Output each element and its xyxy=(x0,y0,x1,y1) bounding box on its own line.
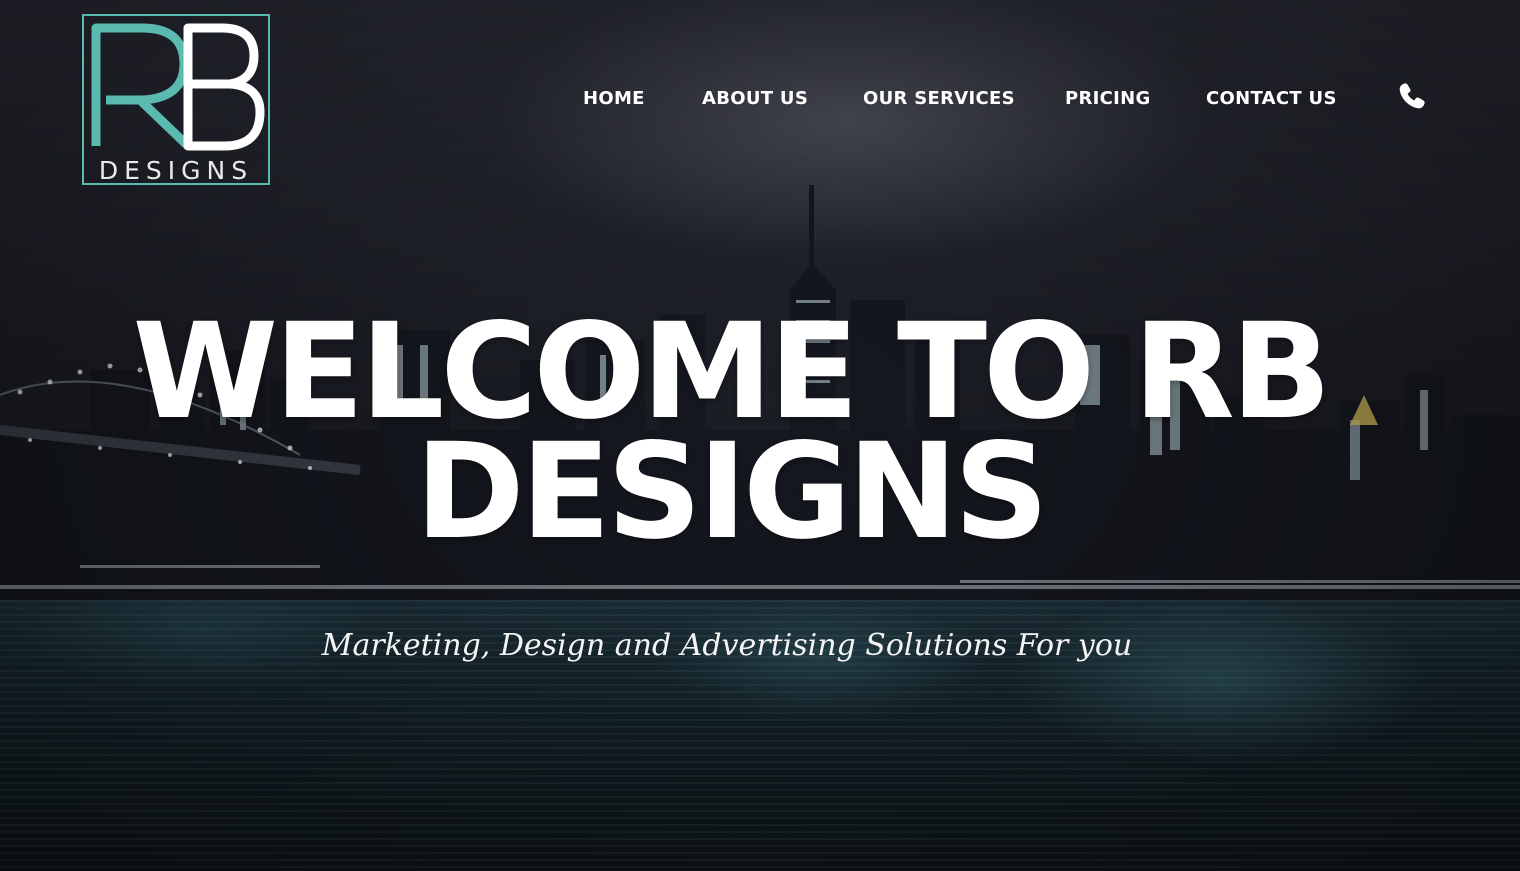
nav-item-our-services[interactable]: OUR SERVICES xyxy=(863,86,1015,112)
nav-item-home[interactable]: HOME xyxy=(583,86,645,112)
hero-title-line-2: DESIGNS xyxy=(415,415,1049,569)
hero-title: WELCOME TO RB DESIGNS xyxy=(0,295,1460,569)
phone-icon[interactable] xyxy=(1396,80,1428,112)
nav-item-about-us[interactable]: ABOUT US xyxy=(702,86,808,112)
nav-item-pricing[interactable]: PRICING xyxy=(1065,86,1151,112)
main-nav: HOME ABOUT US OUR SERVICES PRICING CONTA… xyxy=(0,86,1520,112)
hero-title-line-1: WELCOME TO RB xyxy=(132,295,1332,449)
hero-subtitle: Marketing, Design and Advertising Soluti… xyxy=(321,628,1133,663)
logo-subtitle: DESIGNS xyxy=(98,156,254,185)
phone-glyph-icon xyxy=(1399,83,1425,109)
nav-item-contact-us[interactable]: CONTACT US xyxy=(1206,86,1337,112)
